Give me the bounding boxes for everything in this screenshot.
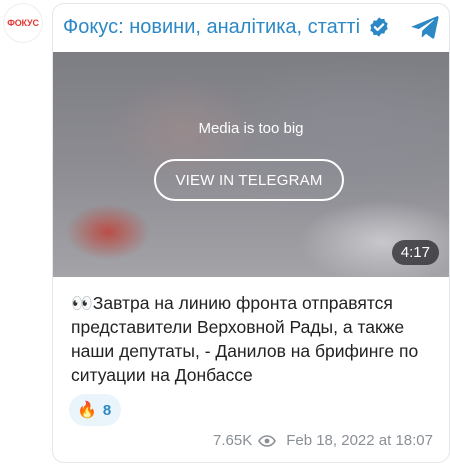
avatar-logo-text: ФОКУС xyxy=(7,18,39,28)
post-text: 👀Завтра на линию фронта отправятся предс… xyxy=(71,293,419,385)
reaction-count: 8 xyxy=(102,401,112,419)
telegram-logo-icon[interactable] xyxy=(411,14,439,40)
media-too-big-message: Media is too big xyxy=(198,120,304,137)
post-card: Фокус: новини, аналітика, статті Media i… xyxy=(52,3,450,463)
post-header: Фокус: новини, аналітика, статті xyxy=(63,4,439,50)
post-meta: 7.65K Feb 18, 2022 at 18:07 xyxy=(213,432,433,449)
post-date[interactable]: Feb 18, 2022 at 18:07 xyxy=(286,432,433,449)
fire-icon: 🔥 xyxy=(77,402,97,419)
channel-avatar[interactable]: ФОКУС xyxy=(3,3,43,43)
eye-icon xyxy=(258,434,277,447)
view-in-telegram-button[interactable]: VIEW IN TELEGRAM xyxy=(154,159,344,201)
reaction-chip[interactable]: 🔥 8 xyxy=(69,394,122,426)
view-count: 7.65K xyxy=(213,432,253,449)
video-duration-badge: 4:17 xyxy=(391,240,439,265)
verified-badge-icon xyxy=(370,17,388,37)
channel-name[interactable]: Фокус: новини, аналітика, статті xyxy=(63,16,360,39)
video-preview[interactable]: Media is too big VIEW IN TELEGRAM 4:17 xyxy=(53,52,449,277)
